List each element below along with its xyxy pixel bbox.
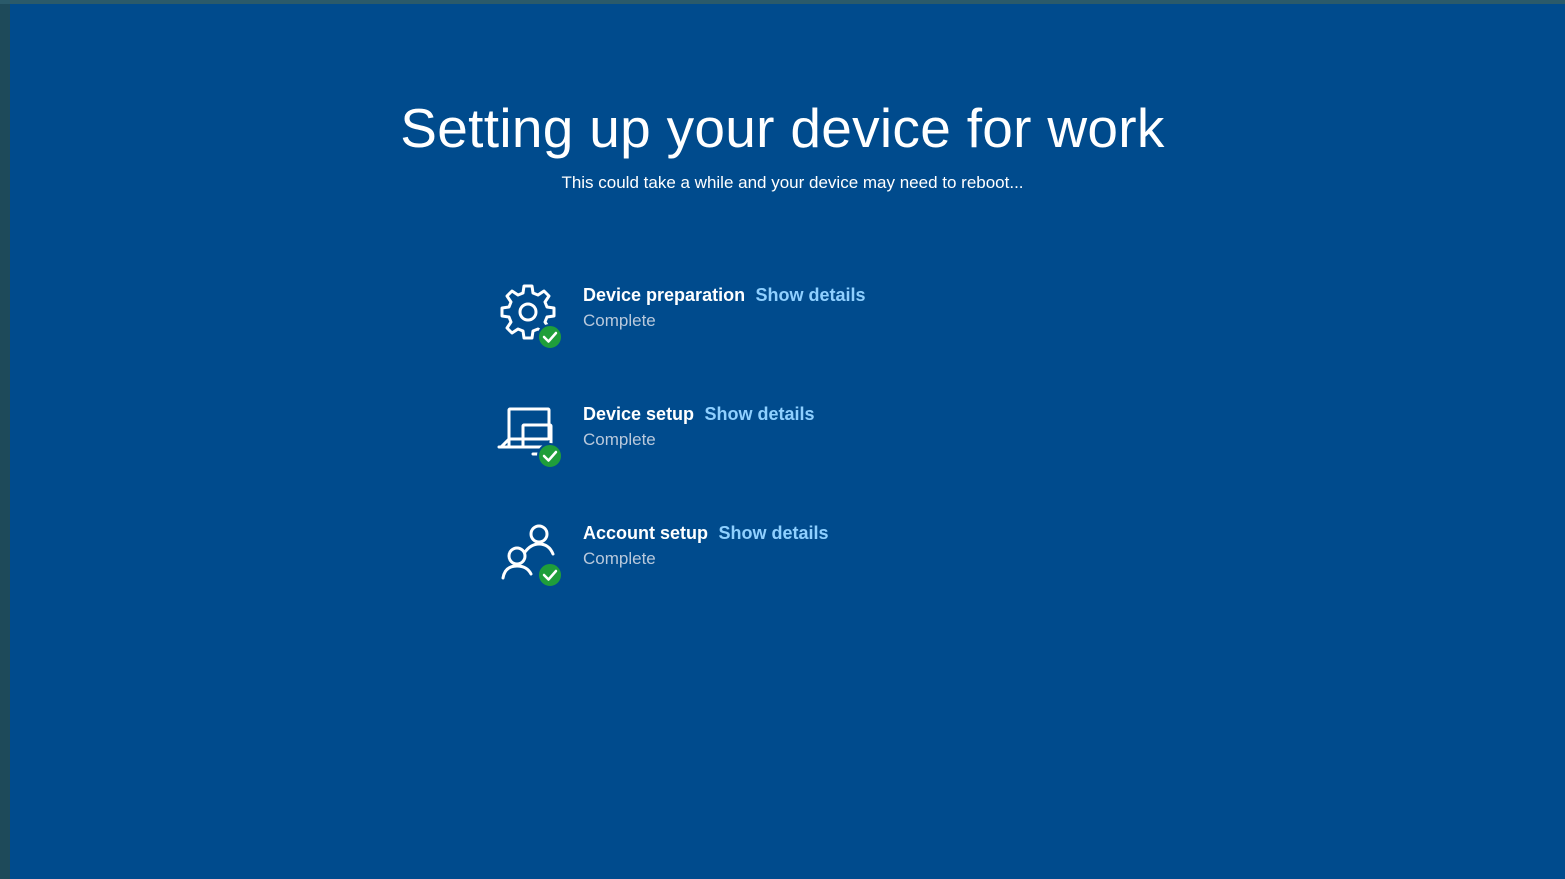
step-status: Complete	[583, 430, 656, 449]
step-device-setup: Device setup Show details Complete	[497, 401, 1097, 471]
step-account-setup: Account setup Show details Complete	[497, 520, 1097, 590]
step-text: Device preparation Show details Complete	[583, 285, 866, 331]
step-status: Complete	[583, 311, 656, 330]
step-text: Device setup Show details Complete	[583, 404, 815, 450]
gear-check-icon	[500, 284, 563, 350]
step-name: Device preparation	[583, 285, 746, 305]
setup-steps-list: Device preparation Show details Complete…	[497, 282, 1097, 639]
page-subtitle: This could take a while and your device …	[561, 173, 1024, 192]
page-title: Setting up your device for work	[400, 97, 1165, 159]
step-name: Device setup	[583, 404, 695, 424]
show-details-link[interactable]: Show details	[756, 285, 866, 305]
step-status: Complete	[583, 549, 656, 568]
devices-check-icon	[497, 407, 563, 469]
show-details-link[interactable]: Show details	[705, 404, 815, 424]
step-text: Account setup Show details Complete	[583, 523, 829, 569]
users-check-icon	[501, 524, 563, 588]
step-name: Account setup	[583, 523, 709, 543]
step-device-preparation: Device preparation Show details Complete	[497, 282, 1097, 352]
show-details-link[interactable]: Show details	[718, 523, 828, 543]
